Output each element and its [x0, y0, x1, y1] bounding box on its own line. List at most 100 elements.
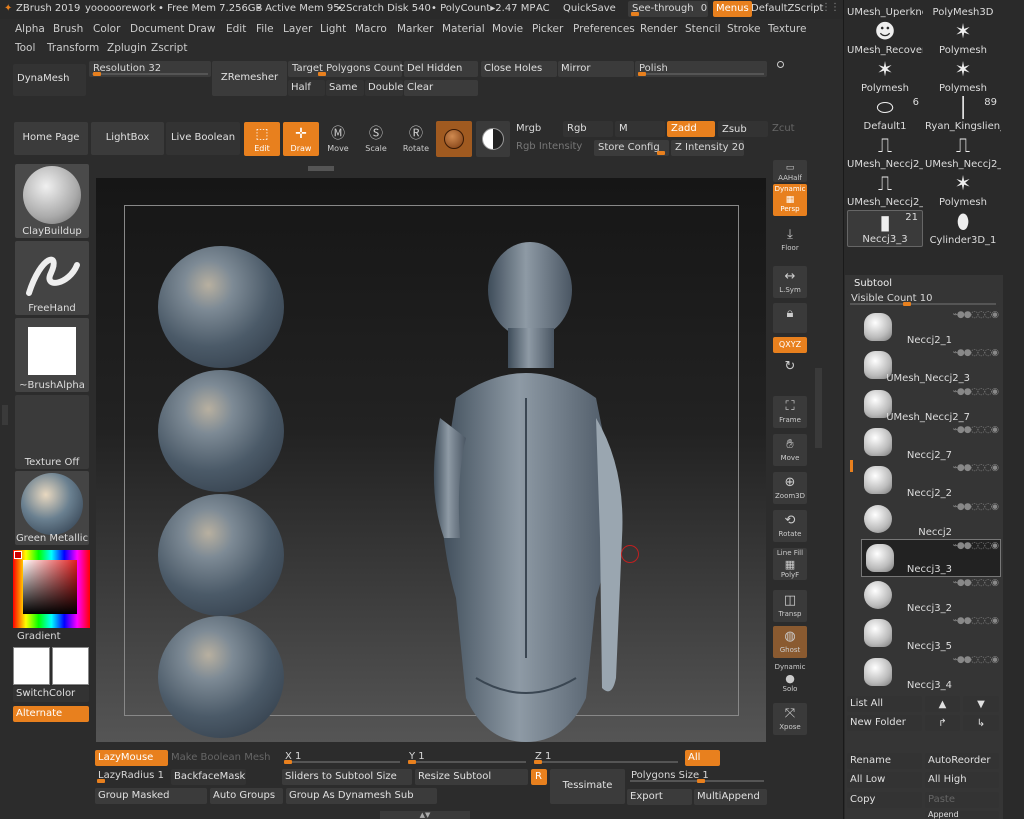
- group-as-dynamesh-sub-button[interactable]: Group As Dynamesh Sub: [286, 788, 437, 804]
- tessimate-button[interactable]: Tessimate: [550, 769, 625, 804]
- subtool-item[interactable]: ⌁●●◌◌◌◉ Neccj3_4: [860, 654, 1000, 692]
- canvas-scroll-handle[interactable]: [308, 166, 334, 171]
- subtool-visibility-icon[interactable]: ⌁●●◌◌◌◉: [952, 655, 999, 665]
- rotation-axis-button[interactable]: ↻: [773, 356, 807, 390]
- secondary-color-swatch[interactable]: [52, 647, 89, 685]
- menu-layer[interactable]: Layer: [283, 23, 312, 35]
- transp-button[interactable]: ◫ Transp: [773, 590, 807, 622]
- resize-subtool-button[interactable]: Resize Subtool: [415, 769, 528, 785]
- move-up-button[interactable]: ▲: [925, 696, 960, 712]
- lazyradius-knob[interactable]: [97, 779, 105, 783]
- alpha-selector[interactable]: ~BrushAlpha: [15, 318, 89, 392]
- make-boolean-mesh-button[interactable]: Make Boolean Mesh: [171, 752, 271, 763]
- move-down-button[interactable]: ▼: [963, 696, 999, 712]
- subtool-item[interactable]: ⌁●●◌◌◌◉ Neccj3_2: [860, 577, 1000, 615]
- lsym-button[interactable]: ↔ L.Sym: [773, 266, 807, 298]
- tool-thumbnail[interactable]: ⬮ Cylinder3D_1: [925, 210, 1001, 247]
- menu-file[interactable]: File: [256, 23, 274, 35]
- tool-thumbnail[interactable]: │89Ryan_Kingslien_A: [925, 96, 1001, 133]
- menu-tool[interactable]: Tool: [15, 42, 35, 54]
- live-boolean-button[interactable]: Live Boolean: [166, 122, 240, 155]
- rgb-intensity-slider[interactable]: Rgb Intensity: [516, 141, 582, 152]
- rgb-toggle[interactable]: Rgb: [563, 121, 613, 137]
- subtool-item[interactable]: ⌁●●◌◌◌◉ Neccj2_1: [860, 309, 1000, 347]
- left-tray-handle[interactable]: [2, 405, 8, 425]
- see-through-slider[interactable]: See-through 0: [628, 1, 708, 17]
- target-polygons-slider[interactable]: Target Polygons Count 5: [288, 61, 413, 77]
- menu-texture[interactable]: Texture: [768, 23, 806, 35]
- all-low-button[interactable]: All Low: [847, 772, 922, 788]
- x-slider[interactable]: X 1: [281, 749, 403, 765]
- solo-button[interactable]: Dynamic ● Solo: [773, 662, 807, 694]
- ac-label[interactable]: AC: [536, 3, 550, 14]
- rename-button[interactable]: Rename: [847, 753, 922, 769]
- right-tray-handle[interactable]: [815, 368, 822, 448]
- material-selector[interactable]: Green Metallic: [15, 471, 89, 545]
- figure-model[interactable]: [416, 238, 636, 742]
- z-slider[interactable]: Z 1: [531, 749, 681, 765]
- color-picker-button[interactable]: [476, 121, 510, 157]
- polish-toggle-icon[interactable]: [777, 61, 784, 68]
- visible-count-knob[interactable]: [903, 302, 911, 306]
- xyz-button[interactable]: QXYZ: [773, 337, 807, 353]
- floor-button[interactable]: ⤓ Floor: [773, 224, 807, 252]
- lazyradius-slider[interactable]: LazyRadius 1: [94, 768, 168, 784]
- z-knob[interactable]: [534, 760, 542, 764]
- default-zscript[interactable]: DefaultZScript: [751, 3, 823, 14]
- menu-draw[interactable]: Draw: [188, 23, 215, 35]
- sphere-model[interactable]: [158, 494, 284, 616]
- zsub-toggle[interactable]: Zsub: [718, 121, 768, 137]
- auto-groups-button[interactable]: Auto Groups: [210, 788, 283, 804]
- menu-stencil[interactable]: Stencil: [685, 23, 721, 35]
- move-tool-button[interactable]: Ⓜ Move: [320, 122, 356, 156]
- export-button[interactable]: Export: [627, 789, 692, 805]
- group-masked-button[interactable]: Group Masked: [95, 788, 207, 804]
- same-button[interactable]: Same: [326, 80, 364, 96]
- menu-stroke[interactable]: Stroke: [727, 23, 760, 35]
- m-toggle[interactable]: M: [615, 121, 665, 137]
- edit-tool-button[interactable]: ⬚ Edit: [244, 122, 280, 156]
- subtool-visibility-icon[interactable]: ⌁●●◌◌◌◉: [952, 348, 999, 358]
- lightbox-button[interactable]: LightBox: [91, 122, 164, 155]
- polyf-button[interactable]: Line Fill ▦ PolyF: [773, 548, 807, 580]
- menu-light[interactable]: Light: [320, 23, 346, 35]
- subtool-visibility-icon[interactable]: ⌁●●◌◌◌◉: [952, 463, 999, 473]
- rotate-view-button[interactable]: ⟲ Rotate: [773, 510, 807, 542]
- y-slider[interactable]: Y 1: [405, 749, 529, 765]
- color-square[interactable]: [23, 560, 77, 614]
- z-intensity-slider[interactable]: Z Intensity 20: [657, 140, 744, 156]
- subtool-visibility-icon[interactable]: ⌁●●◌◌◌◉: [952, 541, 999, 551]
- subtool-scrollbar[interactable]: [850, 460, 853, 472]
- menu-edit[interactable]: Edit: [226, 23, 246, 35]
- zremesher-button[interactable]: ZRemesher: [212, 61, 287, 96]
- folder-up-button[interactable]: ↱: [925, 715, 960, 731]
- mrgb-toggle[interactable]: Mrgb: [516, 123, 541, 134]
- z-intensity-knob[interactable]: [657, 151, 665, 155]
- alternate-button[interactable]: Alternate: [13, 706, 89, 722]
- menus-button[interactable]: Menus: [713, 1, 752, 17]
- subtool-visibility-icon[interactable]: ⌁●●◌◌◌◉: [952, 502, 999, 512]
- rotate-tool-button[interactable]: Ⓡ Rotate: [398, 122, 434, 156]
- menu-material[interactable]: Material: [442, 23, 485, 35]
- draw-tool-button[interactable]: ✛ Draw: [283, 122, 319, 156]
- subtool-item[interactable]: ⌁●●◌◌◌◉ Neccj3_3: [861, 538, 1001, 577]
- subtool-visibility-icon[interactable]: ⌁●●◌◌◌◉: [952, 425, 999, 435]
- tool-thumbnail[interactable]: ▮ 21 Neccj3_3: [847, 210, 923, 247]
- tool-thumbnail[interactable]: ⎍ UMesh_Neccj2_1: [847, 134, 923, 171]
- texture-selector[interactable]: Texture Off: [15, 395, 89, 469]
- polish-slider[interactable]: Polish: [635, 61, 767, 77]
- subtool-visibility-icon[interactable]: ⌁●●◌◌◌◉: [952, 578, 999, 588]
- zadd-toggle[interactable]: Zadd: [667, 121, 715, 137]
- canvas-viewport[interactable]: [96, 178, 766, 742]
- see-through-knob[interactable]: [631, 12, 639, 16]
- y-knob[interactable]: [408, 760, 416, 764]
- subtool-item[interactable]: ⌁●●◌◌◌◉ Neccj2_2: [860, 462, 1000, 500]
- paste-button[interactable]: Paste: [925, 792, 999, 808]
- autoreorder-button[interactable]: AutoReorder: [925, 753, 999, 769]
- menu-brush[interactable]: Brush: [53, 23, 83, 35]
- half-button[interactable]: Half: [288, 80, 325, 96]
- sphere-model[interactable]: [158, 616, 284, 738]
- menu-picker[interactable]: Picker: [532, 23, 563, 35]
- gradient-toggle[interactable]: Gradient: [17, 631, 61, 642]
- tool-thumbnail[interactable]: ⎍ UMesh_Neccj2_2: [925, 134, 1001, 171]
